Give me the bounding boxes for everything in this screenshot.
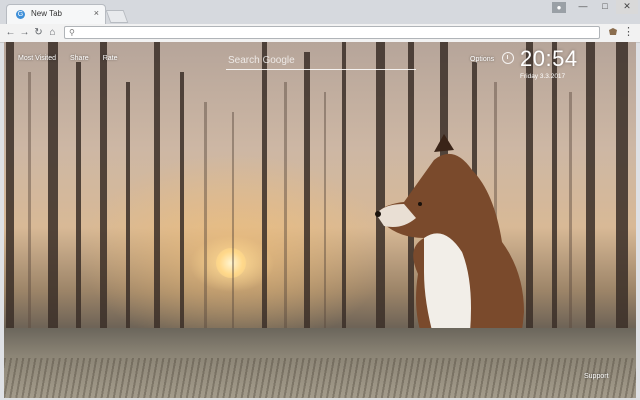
user-icon[interactable]: ● [552, 2, 566, 13]
maximize-button[interactable]: □ [594, 0, 616, 14]
back-icon[interactable]: ← [4, 26, 17, 39]
menu-icon[interactable]: ⋮ [623, 25, 634, 40]
new-tab-button[interactable] [105, 10, 129, 23]
support-link[interactable]: Support [584, 373, 609, 380]
minimize-button[interactable]: — [572, 0, 594, 14]
search-input[interactable] [226, 52, 416, 70]
options-link[interactable]: Options [470, 56, 494, 63]
close-tab-icon[interactable]: × [94, 8, 99, 18]
rate-link[interactable]: Rate [103, 55, 118, 62]
browser-toolbar: ← → ↻ ⌂ ⚲ ⋮ [0, 24, 640, 43]
forward-icon[interactable]: → [18, 26, 31, 39]
tab-new-tab[interactable]: G New Tab × [6, 4, 106, 24]
reload-icon[interactable]: ↻ [32, 26, 45, 39]
grass [4, 358, 636, 398]
window-controls: ● — □ ✕ [552, 0, 638, 14]
most-visited-link[interactable]: Most Visited [18, 55, 56, 62]
tab-strip: G New Tab × ● — □ ✕ [0, 0, 640, 24]
share-link[interactable]: Share [70, 55, 89, 62]
clock-time: 20:54 [520, 46, 578, 71]
search-icon: ⚲ [69, 28, 75, 37]
extension-icon[interactable] [608, 27, 618, 37]
search-box [226, 52, 416, 74]
tab-title: New Tab [31, 9, 62, 18]
clock-icon[interactable] [502, 52, 514, 64]
address-bar[interactable]: ⚲ [64, 26, 600, 39]
home-icon[interactable]: ⌂ [46, 26, 59, 39]
favicon-icon: G [16, 10, 25, 19]
close-window-button[interactable]: ✕ [616, 0, 638, 14]
new-tab-page: Most Visited Share Rate Options 20:54 Fr… [4, 42, 636, 398]
clock-date: Friday 3.3.2017 [520, 73, 566, 80]
top-links: Most Visited Share Rate [18, 55, 117, 62]
